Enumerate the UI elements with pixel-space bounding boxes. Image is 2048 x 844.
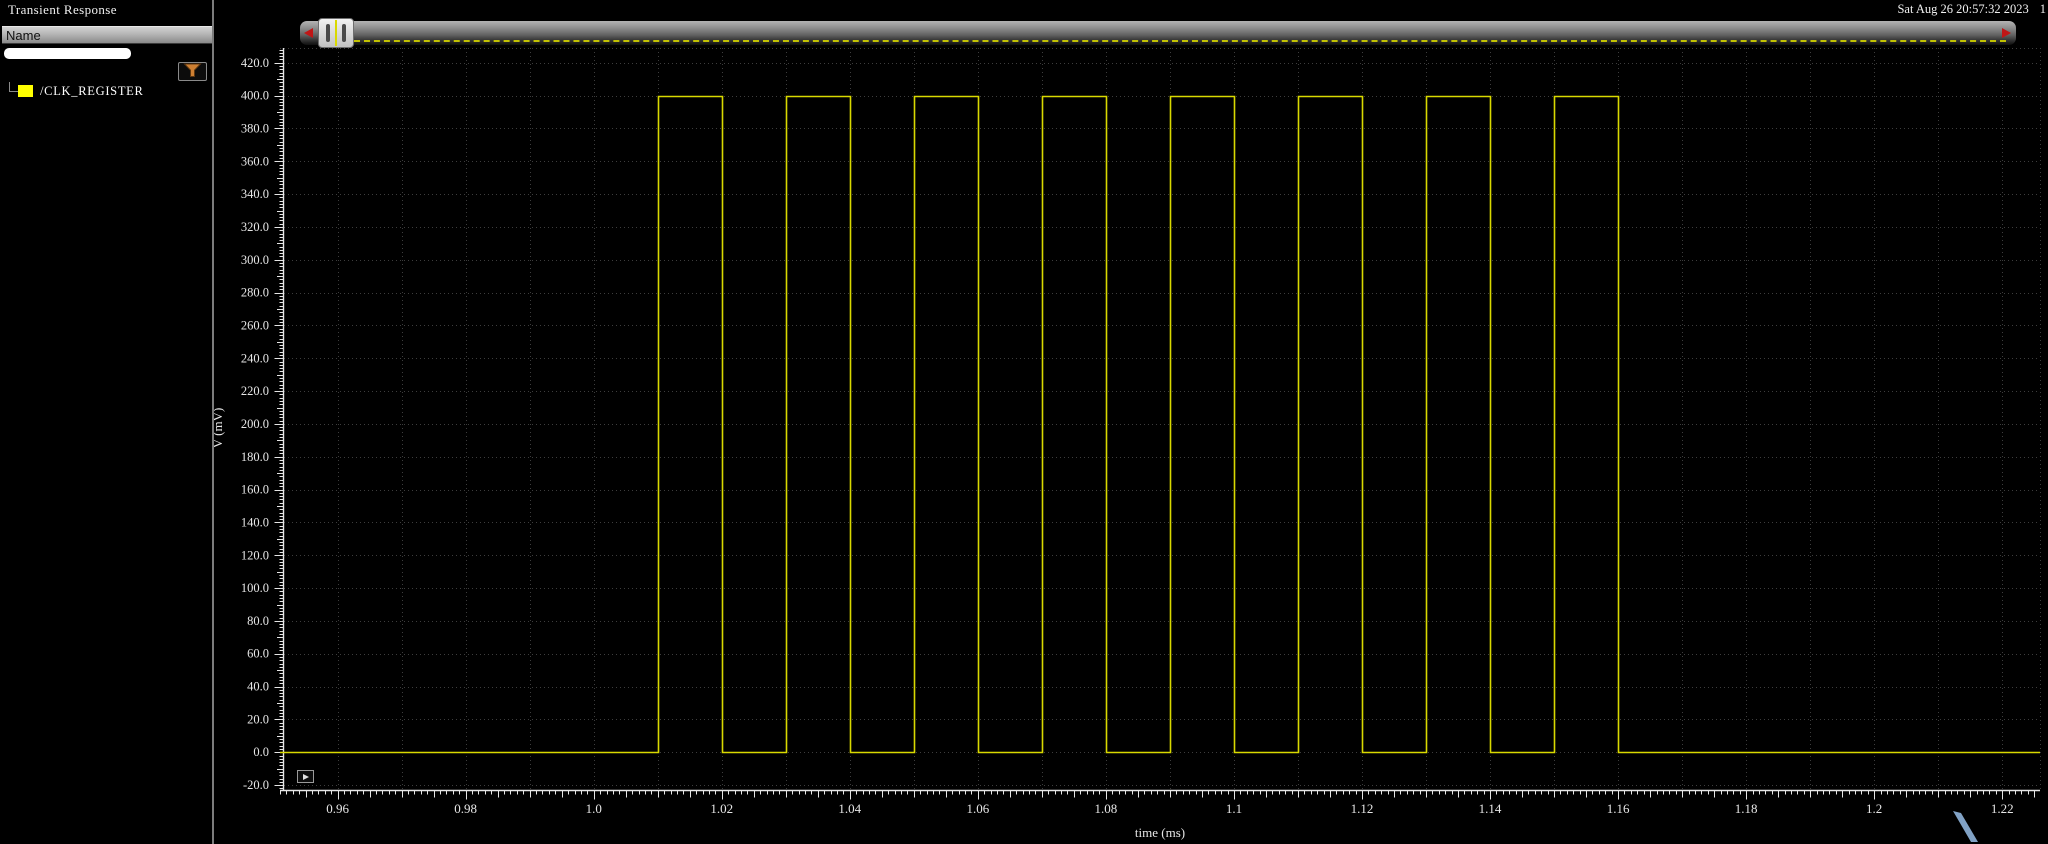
svg-text:1.02: 1.02 [710,801,733,816]
svg-text:40.0: 40.0 [247,680,269,694]
axis-titles: time (ms)V (mV) [210,408,1185,840]
svg-text:220.0: 220.0 [241,384,269,398]
svg-text:420.0: 420.0 [241,56,269,70]
signal-color-swatch[interactable] [18,85,33,97]
signal-filter-input[interactable] [4,48,131,59]
filter-button[interactable] [178,62,207,81]
svg-text:1.06: 1.06 [966,801,989,816]
thumb-waveform-preview [335,20,337,46]
thumb-grip-icon [342,24,346,42]
viva-waveform-window: -20.0 0.0 20.0 40.0 60.0 80.0 100.0 120.0 140.0 1… [0,0,2048,844]
scroll-left-arrow-icon[interactable] [304,28,313,38]
signal-name-label: /CLK_REGISTER [40,84,144,98]
timestamp-text: Sat Aug 26 20:57:32 2023 [1897,2,2029,16]
svg-text:1.22: 1.22 [1991,801,2014,816]
svg-text:100.0: 100.0 [241,581,269,595]
tree-elbow-icon [9,82,18,92]
svg-text:1.1: 1.1 [1226,801,1242,816]
svg-text:1.08: 1.08 [1095,801,1118,816]
scrollbar-thumb[interactable] [318,18,354,48]
strip-mode-button[interactable] [297,770,314,783]
svg-text:1.0: 1.0 [586,801,602,816]
svg-text:180.0: 180.0 [241,450,269,464]
svg-text:380.0: 380.0 [241,121,269,135]
svg-text:280.0: 280.0 [241,286,269,300]
x-axis-labels: 0.96 0.98 1.0 1.02 1.04 1.06 1.08 1.1 1.12 1.14 1.… [326,801,2013,816]
svg-text:0.98: 0.98 [454,801,477,816]
svg-text:-20.0: -20.0 [243,778,269,792]
svg-text:240.0: 240.0 [241,351,269,365]
svg-text:320.0: 320.0 [241,220,269,234]
svg-text:160.0: 160.0 [241,483,269,497]
svg-text:400.0: 400.0 [241,89,269,103]
svg-text:80.0: 80.0 [247,614,269,628]
grid-lines [280,48,2041,790]
svg-text:0.96: 0.96 [326,801,349,816]
svg-text:1.18: 1.18 [1735,801,1758,816]
svg-text:0.0: 0.0 [253,745,269,759]
svg-text:1.12: 1.12 [1351,801,1374,816]
waveform-chart[interactable]: -20.0 0.0 20.0 40.0 60.0 80.0 100.0 120.0 140.0 1… [0,0,2048,844]
page-title: Transient Response [8,2,117,17]
scrollbar-mini-trace [354,40,2006,42]
svg-text:1.2: 1.2 [1866,801,1882,816]
window-number: 1 [2039,2,2046,16]
svg-text:360.0: 360.0 [241,154,269,168]
svg-text:300.0: 300.0 [241,253,269,267]
mouse-cursor-icon [1953,811,1978,842]
scroll-right-arrow-icon[interactable] [2002,28,2011,38]
y-axis-labels: -20.0 0.0 20.0 40.0 60.0 80.0 100.0 120.0 140.0 1… [241,56,269,792]
svg-text:200.0: 200.0 [241,417,269,431]
svg-text:340.0: 340.0 [241,187,269,201]
signal-sidebar: Transient Response Name /CLK_REGISTER [0,0,214,844]
svg-text:1.04: 1.04 [838,801,861,816]
svg-text:1.16: 1.16 [1607,801,1630,816]
svg-text:60.0: 60.0 [247,647,269,661]
x-axis-ruler [280,789,2040,800]
y-axis-ruler [274,48,285,790]
thumb-grip-icon [326,24,330,42]
signal-list-item[interactable]: /CLK_REGISTER [0,82,212,99]
svg-text:260.0: 260.0 [241,318,269,332]
svg-text:120.0: 120.0 [241,548,269,562]
svg-text:20.0: 20.0 [247,712,269,726]
signal-column-header[interactable]: Name [2,26,212,44]
svg-text:1.14: 1.14 [1479,801,1502,816]
svg-text:140.0: 140.0 [241,515,269,529]
status-timestamp: Sat Aug 26 20:57:32 2023 1 [1897,2,2046,17]
funnel-icon [182,63,203,81]
play-icon [302,773,309,780]
x-axis-title: time (ms) [1135,825,1185,840]
